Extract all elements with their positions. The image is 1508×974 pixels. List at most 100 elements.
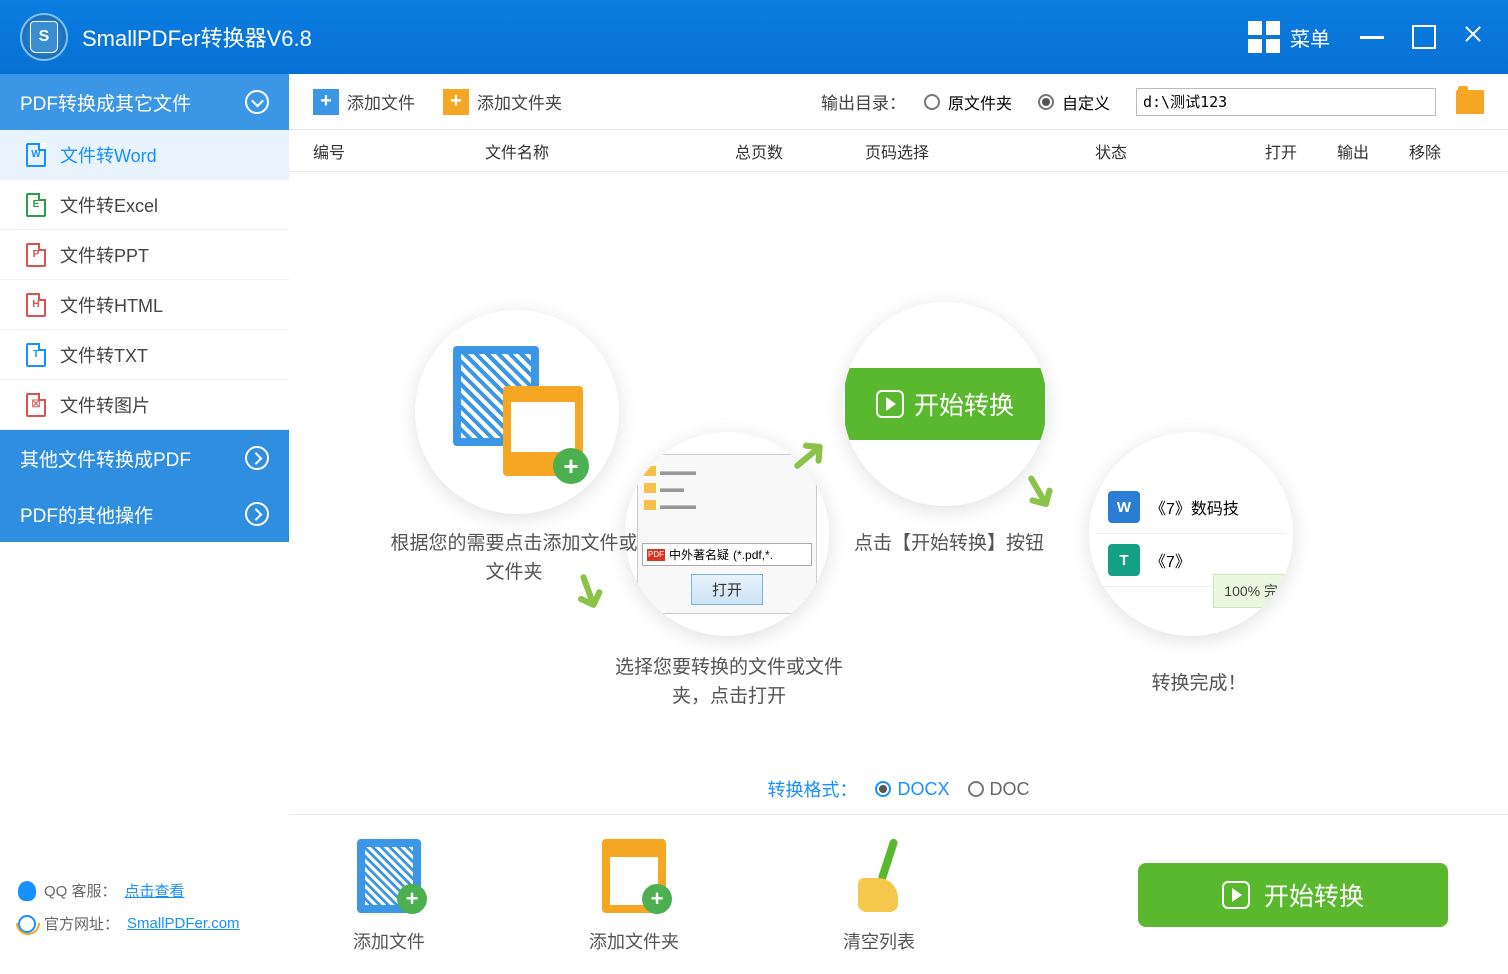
- col-filename: 文件名称: [485, 139, 735, 163]
- maximize-button[interactable]: [1412, 25, 1436, 49]
- minimize-button[interactable]: [1360, 25, 1384, 49]
- menu-label: 菜单: [1290, 23, 1330, 52]
- sidebar-footer: QQ 客服： 点击查看 官方网址： SmallPDFer.com: [0, 868, 289, 974]
- col-page-select: 页码选择: [865, 139, 1095, 163]
- word-icon: W: [1108, 491, 1140, 523]
- radio-label: 原文件夹: [948, 90, 1012, 114]
- image-file-icon: ☒: [26, 393, 46, 417]
- section-label: 其他文件转换成PDF: [20, 445, 191, 472]
- sidebar-item-label: 文件转Word: [60, 142, 157, 168]
- mock-open-button: 打开: [691, 574, 763, 605]
- section-label: PDF的其他操作: [20, 501, 153, 528]
- col-remove: 移除: [1409, 139, 1441, 163]
- sidebar-item-label: 文件转TXT: [60, 342, 148, 368]
- sidebar-section-other-to-pdf[interactable]: 其他文件转换成PDF: [0, 430, 289, 486]
- bottom-clear-list-button[interactable]: 清空列表: [839, 836, 919, 954]
- sidebar-item-ppt[interactable]: P 文件转PPT: [0, 230, 289, 280]
- grid-icon: [1248, 21, 1280, 53]
- col-open: 打开: [1265, 139, 1337, 163]
- sidebar-item-label: 文件转图片: [60, 392, 150, 418]
- guide-canvas: + ▬▬▬ ▬▬ ▬▬▬ PDF 中外著名疑 (*.pdf,*. 打开: [289, 172, 1508, 814]
- sidebar-item-excel[interactable]: E 文件转Excel: [0, 180, 289, 230]
- add-file-button[interactable]: + 添加文件: [313, 89, 415, 115]
- format-selector: 转换格式： DOCX DOC: [289, 776, 1508, 802]
- result-filename: 《7》数码技: [1150, 495, 1239, 519]
- guide-step3-circle: 开始转换: [843, 302, 1047, 506]
- file-table-header: 编号 文件名称 总页数 页码选择 状态 打开 输出 移除: [289, 130, 1508, 172]
- format-radio-docx[interactable]: DOCX: [875, 779, 949, 800]
- sidebar-item-image[interactable]: ☒ 文件转图片: [0, 380, 289, 430]
- plus-icon: +: [553, 448, 589, 484]
- button-label: 添加文件: [347, 89, 415, 114]
- guide-caption-2: 选择您要转换的文件或文件夹，点击打开: [609, 654, 849, 711]
- sidebar-item-html[interactable]: H 文件转HTML: [0, 280, 289, 330]
- toolbar: + 添加文件 + 添加文件夹 输出目录： 原文件夹 自定义: [289, 74, 1508, 130]
- button-label: 开始转换: [1264, 877, 1364, 913]
- word-file-icon: W: [26, 143, 46, 167]
- sidebar-item-word[interactable]: W 文件转Word: [0, 130, 289, 180]
- guide-caption-3: 点击【开始转换】按钮: [829, 530, 1069, 559]
- html-file-icon: H: [26, 293, 46, 317]
- plus-icon: +: [443, 89, 469, 115]
- mock-filter: (*.pdf,*.: [733, 548, 773, 562]
- output-dir-label: 输出目录：: [821, 89, 906, 114]
- app-title: SmallPDFer转换器V6.8: [82, 21, 1248, 53]
- ppt-file-icon: P: [26, 243, 46, 267]
- radio-label: 自定义: [1062, 90, 1110, 114]
- site-label: 官方网址：: [44, 913, 119, 934]
- col-status: 状态: [1095, 139, 1265, 163]
- radio-label: DOCX: [897, 779, 949, 800]
- bottom-bar: + 添加文件 + 添加文件夹 清空列表 开始转换: [289, 814, 1508, 974]
- format-radio-doc[interactable]: DOC: [968, 779, 1030, 800]
- radio-icon: [968, 781, 984, 797]
- radio-custom-folder[interactable]: 自定义: [1038, 90, 1110, 114]
- start-convert-button[interactable]: 开始转换: [1138, 863, 1448, 927]
- button-label: 添加文件夹: [477, 89, 562, 114]
- sidebar-section-pdf-to-other[interactable]: PDF转换成其它文件: [0, 74, 289, 130]
- menu-button[interactable]: 菜单: [1248, 21, 1330, 53]
- pdf-badge-icon: PDF: [647, 549, 665, 561]
- broom-icon: [844, 836, 914, 916]
- radio-label: DOC: [990, 779, 1030, 800]
- col-number: 编号: [313, 139, 485, 163]
- window-controls: [1360, 25, 1488, 49]
- radio-icon: [875, 781, 891, 797]
- txt-file-icon: T: [26, 343, 46, 367]
- col-output: 输出: [1337, 139, 1409, 163]
- excel-file-icon: E: [26, 193, 46, 217]
- browse-folder-button[interactable]: [1456, 90, 1484, 114]
- main-content: + 添加文件 + 添加文件夹 输出目录： 原文件夹 自定义 编号 文件名称: [289, 74, 1508, 974]
- plus-icon: +: [313, 89, 339, 115]
- radio-original-folder[interactable]: 原文件夹: [924, 90, 1012, 114]
- sidebar-item-txt[interactable]: T 文件转TXT: [0, 330, 289, 380]
- button-label: 添加文件夹: [589, 928, 679, 954]
- mock-start-label: 开始转换: [914, 386, 1014, 422]
- official-site-link[interactable]: SmallPDFer.com: [127, 915, 240, 932]
- close-button[interactable]: [1464, 25, 1488, 49]
- section-label: PDF转换成其它文件: [20, 89, 191, 116]
- qq-label: QQ 客服：: [44, 880, 117, 901]
- output-path-input[interactable]: [1136, 88, 1436, 116]
- format-label: 转换格式：: [767, 776, 857, 802]
- sidebar: PDF转换成其它文件 W 文件转Word E 文件转Excel P 文件转PPT…: [0, 74, 289, 974]
- ie-icon: [18, 915, 36, 933]
- button-label: 添加文件: [353, 928, 425, 954]
- qq-support-link[interactable]: 点击查看: [125, 880, 185, 901]
- radio-icon: [1038, 94, 1054, 110]
- guide-step4-circle: W《7》数码技 T《7》 100% 完成: [1089, 432, 1293, 636]
- plus-icon: +: [642, 884, 672, 914]
- bottom-add-file-button[interactable]: + 添加文件: [349, 836, 429, 954]
- add-folder-button[interactable]: + 添加文件夹: [443, 89, 562, 115]
- app-logo-icon: S: [20, 13, 68, 61]
- guide-step1-circle: +: [415, 310, 619, 514]
- play-icon: [1222, 881, 1250, 909]
- col-pages: 总页数: [735, 139, 865, 163]
- button-label: 清空列表: [843, 928, 915, 954]
- guide-caption-4: 转换完成！: [1109, 670, 1289, 699]
- chevron-right-icon: [245, 446, 269, 470]
- sidebar-item-label: 文件转HTML: [60, 292, 163, 318]
- sidebar-section-pdf-other-ops[interactable]: PDF的其他操作: [0, 486, 289, 542]
- chevron-down-icon: [245, 90, 269, 114]
- txt-icon: T: [1108, 544, 1140, 576]
- bottom-add-folder-button[interactable]: + 添加文件夹: [589, 836, 679, 954]
